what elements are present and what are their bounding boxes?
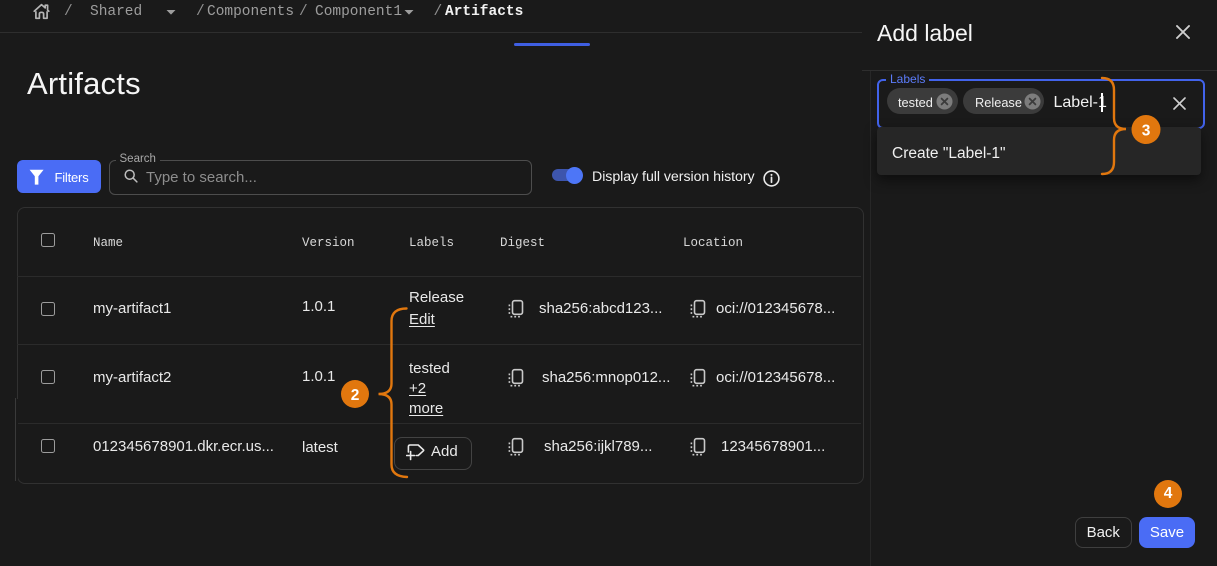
svg-text:3: 3 [1142,123,1151,140]
svg-text:2: 2 [351,387,360,404]
